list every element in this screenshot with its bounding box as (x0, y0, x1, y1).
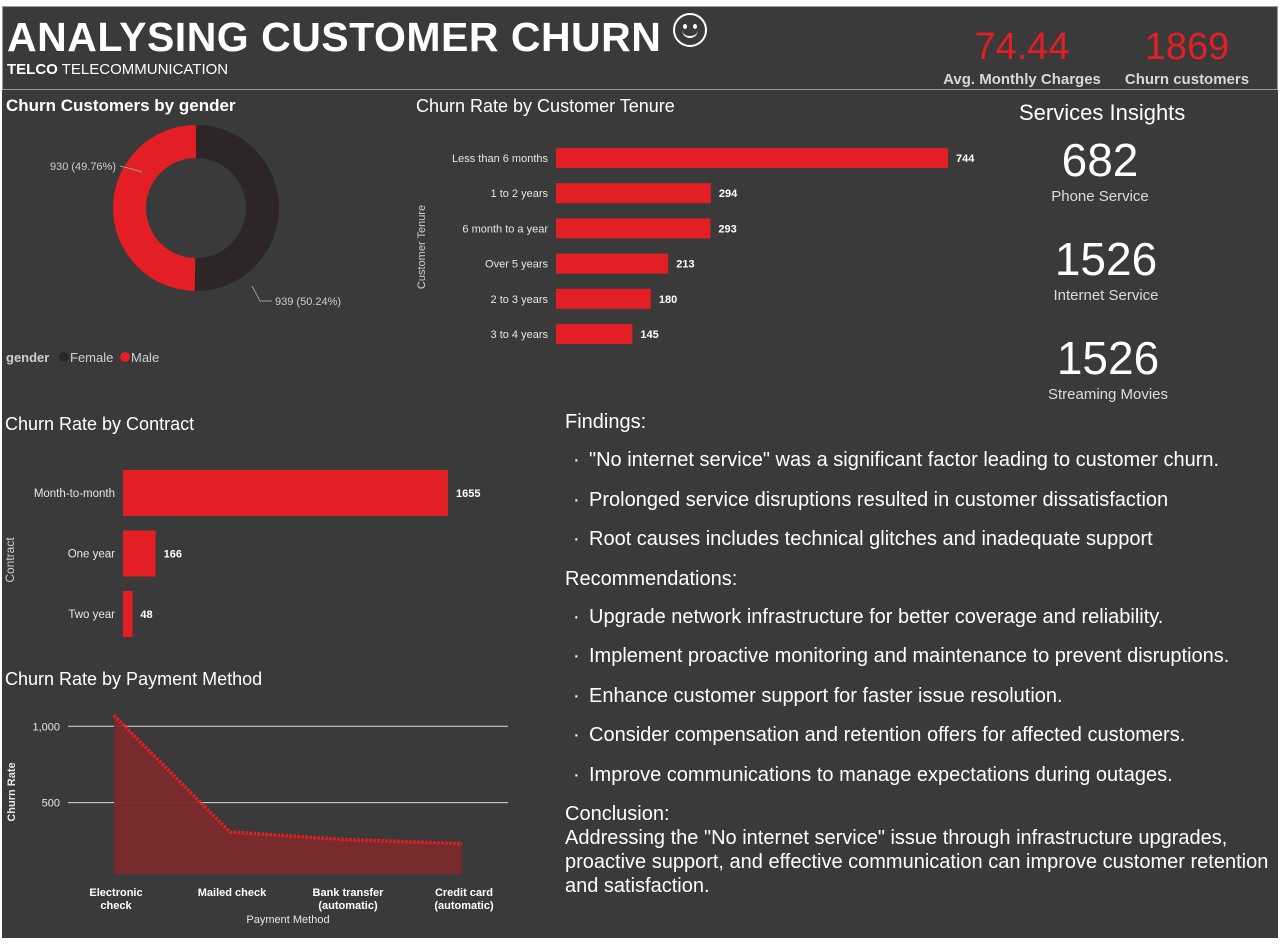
x-tick-label: Mailed check (198, 887, 267, 899)
x-tick-label: Bank transfer (automatic) (313, 887, 385, 912)
kpi-label: Churn customers (1124, 71, 1250, 88)
tenure-bar (556, 324, 633, 344)
contract-bar (123, 530, 156, 577)
list-item: "No internet service" was a significant … (565, 448, 1275, 472)
header: ANALYSING CUSTOMER CHURN TELCO TELECOMMU… (2, 6, 1278, 90)
tenure-bar (556, 218, 711, 239)
conclusion-heading: Conclusion: (565, 803, 670, 825)
contract-value-label: 166 (164, 549, 182, 561)
male-value-label: 930 (49.76%) (50, 161, 116, 173)
legend-title: gender (6, 350, 49, 365)
donut-slice-male (113, 125, 196, 291)
findings-list: "No internet service" was a significant … (565, 448, 1275, 551)
tenure-bar-chart: Customer Tenure Less than 6 months 744 1 to… (416, 148, 975, 344)
female-leader-line (251, 285, 272, 302)
payment-area (114, 715, 462, 874)
insight-label: Internet Service (1053, 287, 1159, 304)
list-item: Implement proactive monitoring and maint… (565, 644, 1275, 668)
y-tick-label: 1,000 (32, 721, 60, 733)
tenure-bar (556, 183, 711, 204)
contract-bar (123, 591, 133, 637)
tenure-value-label: 180 (659, 294, 677, 306)
kpi-churn-customers: 1869 Churn customers (1117, 27, 1257, 88)
conclusion-text: Addressing the "No internet service" iss… (565, 827, 1269, 897)
kpi-value: 1869 (1144, 26, 1230, 68)
tenure-value-label: 293 (718, 223, 736, 235)
gender-donut-chart: 930 (49.76%) 939 (50.24%) gender Female Male (6, 125, 341, 365)
insight-phone-service: 682 Phone Service (1000, 136, 1200, 205)
x-tick-label: Electronic check (89, 887, 142, 912)
legend-swatch-female (59, 352, 69, 362)
contract-chart-title: Churn Rate by Contract (5, 414, 195, 434)
list-item: Improve communications to manage expecta… (565, 763, 1275, 787)
tenure-category-label: Over 5 years (485, 259, 548, 271)
services-title: Services Insights (1019, 100, 1186, 125)
tenure-bar (556, 253, 669, 274)
list-item: Upgrade network infrastructure for bette… (565, 605, 1275, 629)
insight-value: 1526 (1054, 233, 1158, 285)
recommendations-heading: Recommendations: (565, 567, 738, 590)
contract-y-axis-label: Contract (3, 537, 17, 583)
findings-heading: Findings: (565, 411, 647, 433)
contract-value-label: 1655 (456, 488, 480, 500)
insight-label: Streaming Movies (1047, 386, 1169, 403)
smiley-icon (673, 13, 708, 47)
list-item: Root causes includes technical glitches … (565, 527, 1275, 551)
kpi-value: 74.44 (974, 26, 1070, 68)
list-item: Consider compensation and retention offe… (565, 723, 1275, 747)
insight-streaming-movies: 1526 Streaming Movies (1008, 334, 1208, 403)
tenure-bar (556, 288, 651, 309)
legend-label-male: Male (131, 350, 159, 365)
dashboard: ANALYSING CUSTOMER CHURN TELCO TELECOMMU… (2, 6, 1278, 938)
tenure-value-label: 213 (676, 259, 694, 271)
page-title: ANALYSING CUSTOMER CHURN (7, 13, 708, 61)
contract-category-label: One year (68, 549, 115, 561)
contract-bar (123, 470, 448, 516)
payment-area-chart: 500 1,000 Electronic check Mailed check Bank … (6, 714, 508, 926)
legend-swatch-male (120, 352, 130, 362)
page-subtitle: TELCO TELECOMMUNICATION (7, 61, 229, 78)
donut-slice-female (194, 125, 280, 291)
tenure-value-label: 294 (719, 188, 738, 200)
legend-label-female: Female (70, 350, 113, 365)
tenure-category-label: Less than 6 months (452, 153, 549, 165)
insight-value: 682 (1061, 134, 1139, 186)
contract-category-label: Two year (68, 609, 115, 621)
list-item: Prolonged service disruptions resulted i… (565, 488, 1275, 512)
contract-category-label: Month-to-month (34, 488, 115, 500)
tenure-chart-title: Churn Rate by Customer Tenure (416, 96, 675, 116)
payment-chart-title: Churn Rate by Payment Method (5, 669, 263, 689)
findings-panel: Findings: "No internet service" was a si… (565, 410, 1275, 898)
kpi-label: Avg. Monthly Charges (943, 71, 1101, 88)
female-value-label: 939 (50.24%) (275, 296, 341, 308)
tenure-value-label: 744 (956, 153, 975, 165)
tenure-y-axis-label: Customer Tenure (416, 205, 428, 289)
y-tick-label: 500 (42, 798, 60, 810)
insight-value: 1526 (1056, 332, 1160, 384)
kpi-avg-monthly-charges: 74.44 Avg. Monthly Charges (937, 27, 1107, 88)
x-tick-label: Credit card (automatic) (434, 887, 494, 912)
tenure-value-label: 145 (640, 329, 658, 341)
insight-internet-service: 1526 Internet Service (1006, 235, 1206, 304)
payment-x-axis-label: Payment Method (246, 914, 329, 926)
tenure-bar (556, 148, 948, 168)
tenure-category-label: 3 to 4 years (491, 329, 549, 341)
tenure-category-label: 1 to 2 years (491, 188, 549, 200)
gender-chart-title: Churn Customers by gender (6, 96, 236, 115)
tenure-category-label: 6 month to a year (462, 223, 548, 235)
payment-y-axis-label: Churn Rate (6, 762, 18, 821)
list-item: Enhance customer support for faster issu… (565, 684, 1275, 708)
tenure-category-label: 2 to 3 years (491, 294, 549, 306)
insight-label: Phone Service (1051, 188, 1149, 205)
contract-value-label: 48 (140, 609, 152, 621)
contract-bar-chart: Contract Month-to-month 1655 One year 166 Two… (3, 470, 480, 637)
recommendations-list: Upgrade network infrastructure for bette… (565, 605, 1275, 787)
